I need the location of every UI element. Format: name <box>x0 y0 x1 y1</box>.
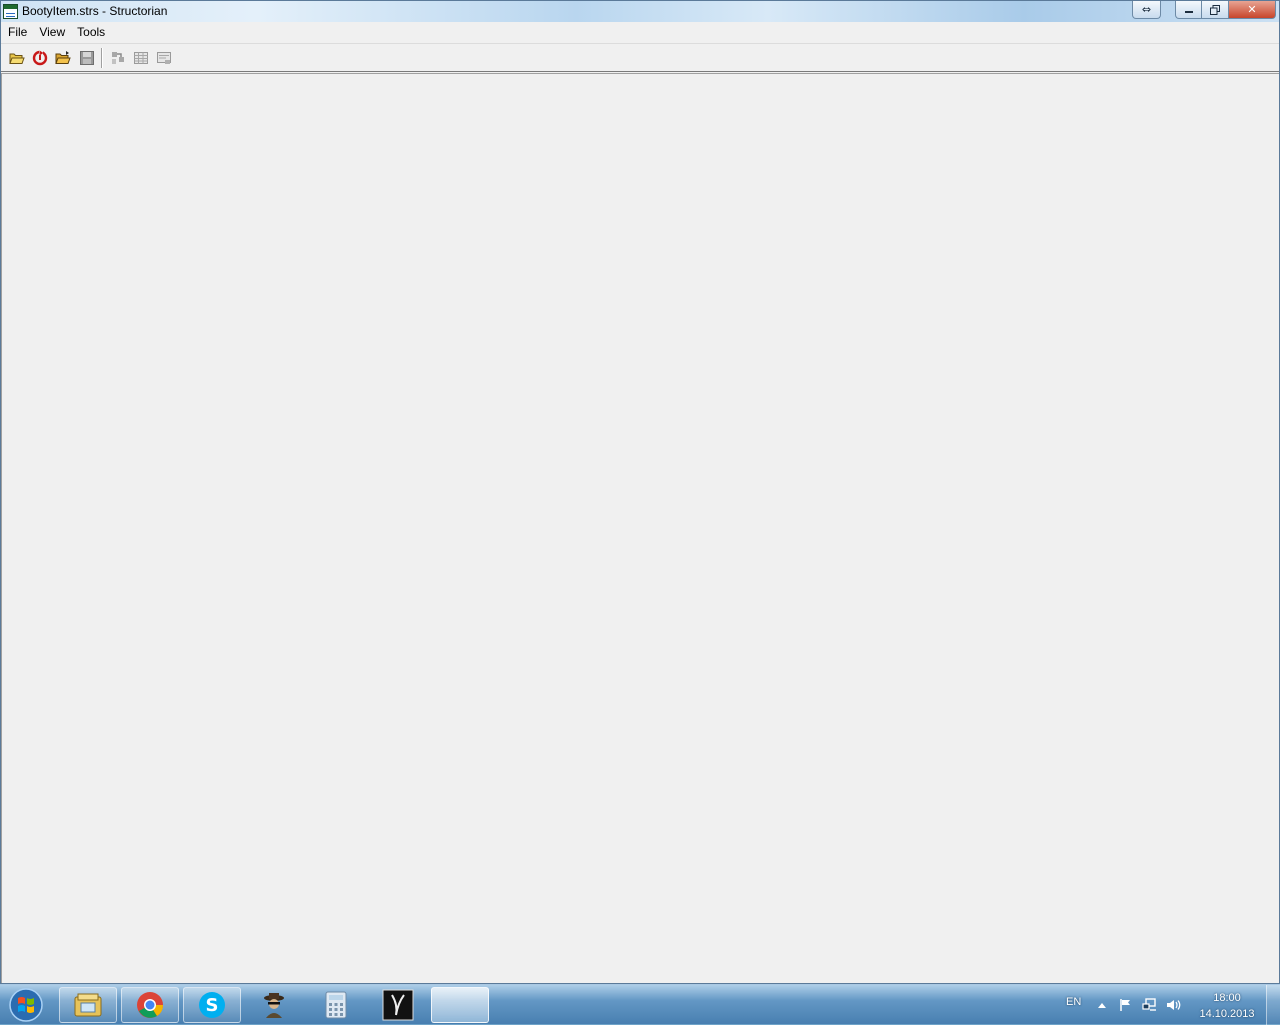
double-arrow-icon: ⇔ <box>1141 3 1152 16</box>
table-view-button[interactable] <box>132 49 150 67</box>
reload-icon <box>32 50 48 66</box>
main-content-area[interactable] <box>1 73 1279 983</box>
close-icon: ✕ <box>1247 3 1257 16</box>
speaker-icon <box>1167 1000 1181 1010</box>
taskbar-structorian-button[interactable] <box>431 987 489 1023</box>
language-indicator[interactable]: EN <box>1066 996 1081 1008</box>
window-title: BootyItem.strs - Structorian <box>22 4 168 18</box>
toolbar <box>1 43 1279 72</box>
start-button[interactable] <box>4 986 48 1024</box>
menu-tools[interactable]: Tools <box>71 22 111 42</box>
resize-mode-button[interactable]: ⇔ <box>1132 1 1161 19</box>
menu-bar: File View Tools <box>1 22 1279 42</box>
app-window: BootyItem.strs - Structorian ⇔ ✕ File Vi… <box>0 0 1280 984</box>
close-button[interactable]: ✕ <box>1229 1 1276 19</box>
reload-button[interactable] <box>31 49 49 67</box>
taskbar-calculator-button[interactable] <box>307 987 365 1023</box>
skype-icon: S <box>199 992 225 1018</box>
taskbar: S EN 18:00 14.10.2013 <box>0 984 1280 1025</box>
taskbar-dark-app-button[interactable] <box>369 987 427 1023</box>
clock[interactable]: 18:00 14.10.2013 <box>1190 990 1264 1022</box>
minimize-icon <box>1184 10 1193 13</box>
export-button[interactable] <box>155 49 173 67</box>
menu-view[interactable]: View <box>33 22 71 42</box>
restore-icon <box>1210 4 1220 15</box>
save-button[interactable] <box>78 49 96 67</box>
open-data-icon <box>55 51 71 64</box>
restore-button[interactable] <box>1202 1 1229 19</box>
open-data-file-button[interactable] <box>54 49 72 67</box>
volume-button[interactable] <box>1166 997 1182 1013</box>
table-view-icon <box>134 52 148 64</box>
save-icon <box>80 51 94 65</box>
google-chrome-icon <box>137 992 164 1018</box>
menu-file[interactable]: File <box>2 22 33 42</box>
export-icon <box>157 52 171 64</box>
open-folder-icon <box>9 53 25 64</box>
taskbar-skype-button[interactable]: S <box>183 987 241 1023</box>
show-desktop-button[interactable] <box>1266 985 1280 1025</box>
toolbar-separator <box>101 48 103 68</box>
taskbar-chrome-button[interactable] <box>121 987 179 1023</box>
clock-time: 18:00 <box>1213 992 1241 1004</box>
network-icon <box>1142 998 1156 1011</box>
go-to-structure-icon <box>112 52 124 64</box>
open-structure-button[interactable] <box>8 49 26 67</box>
action-center-button[interactable] <box>1118 997 1134 1013</box>
flag-icon <box>1120 999 1130 1011</box>
taskbar-spy-app-button[interactable] <box>245 987 303 1023</box>
title-bar[interactable]: BootyItem.strs - Structorian ⇔ ✕ <box>1 1 1279 22</box>
calculator-icon <box>325 991 347 1019</box>
windows-start-icon <box>9 988 43 1022</box>
windows-explorer-icon <box>74 993 102 1017</box>
taskbar-explorer-button[interactable] <box>59 987 117 1023</box>
network-button[interactable] <box>1142 997 1158 1013</box>
structorian-app-icon[interactable] <box>3 4 18 19</box>
dark-app-icon <box>382 989 414 1021</box>
clock-date: 14.10.2013 <box>1199 1008 1255 1020</box>
show-hidden-icons-button[interactable] <box>1094 997 1110 1013</box>
spy-agent-icon <box>264 993 284 1018</box>
go-to-structure-button[interactable] <box>109 49 127 67</box>
minimize-button[interactable] <box>1175 1 1202 19</box>
chevron-up-icon <box>1098 1003 1106 1008</box>
svg-text:S: S <box>206 995 219 1016</box>
